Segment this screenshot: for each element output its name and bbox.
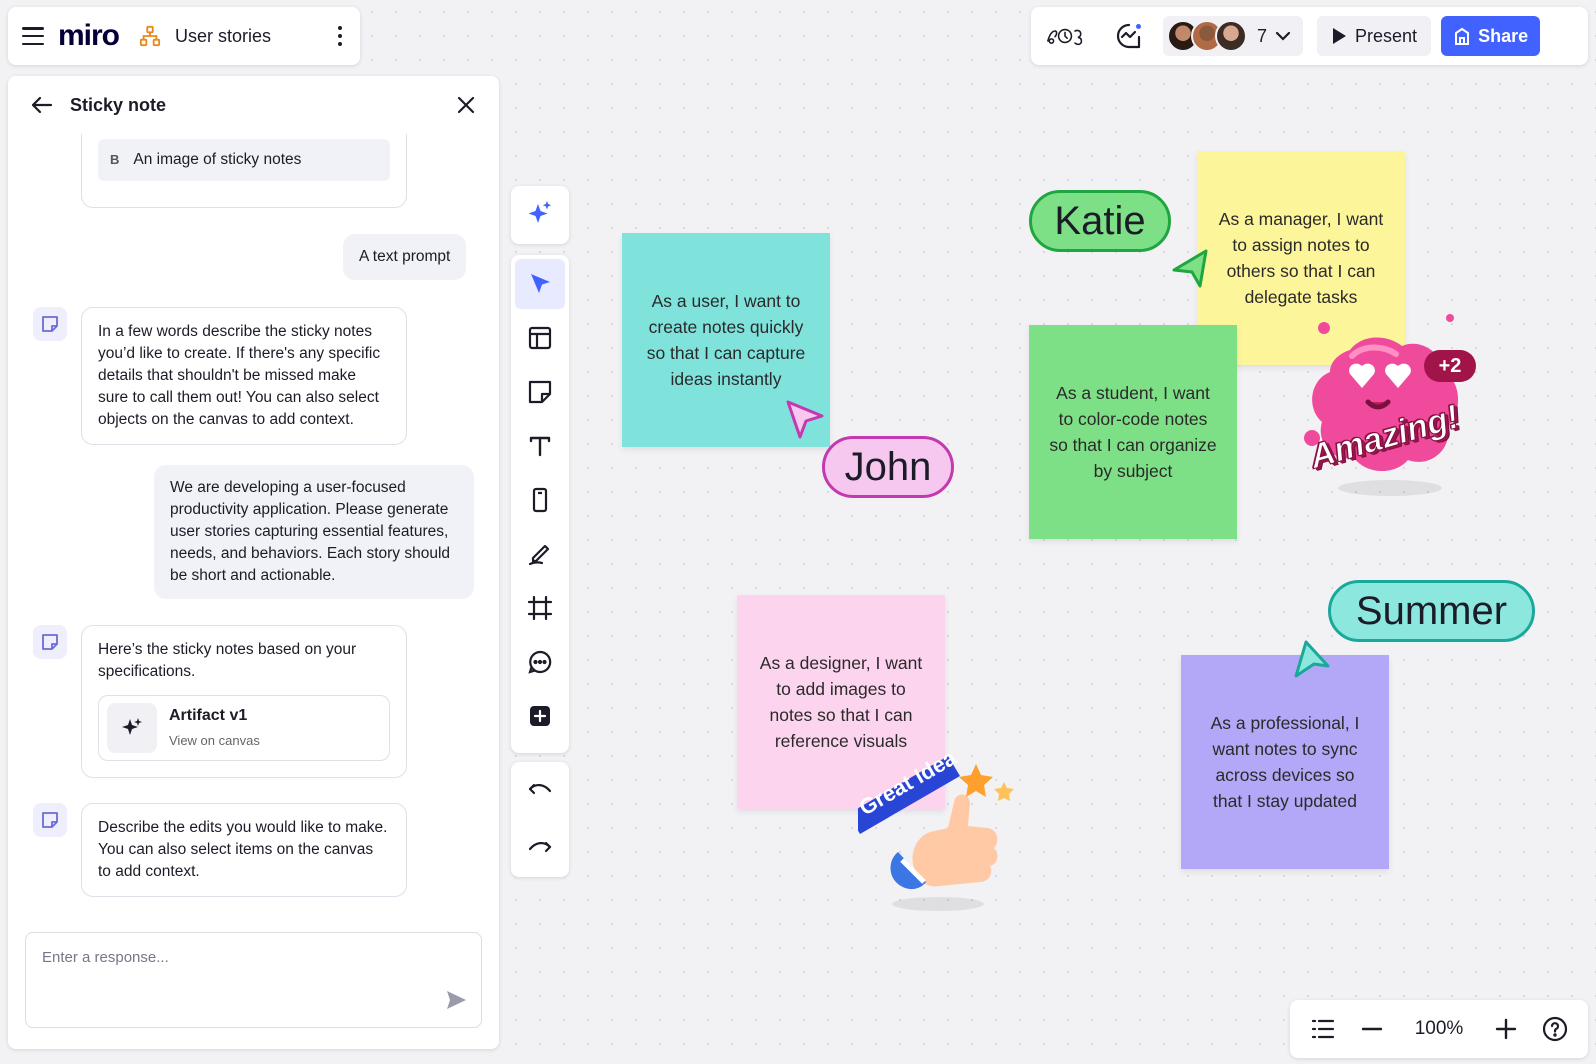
ai-message: Here’s the sticky notes based on your sp… xyxy=(81,625,407,778)
close-icon[interactable] xyxy=(455,94,477,116)
back-arrow-icon[interactable] xyxy=(30,93,54,117)
board-header: miro User stories xyxy=(8,7,360,65)
comment-icon[interactable] xyxy=(515,637,565,687)
ai-avatar-icon xyxy=(33,803,67,837)
plus-count: +2 xyxy=(1438,355,1462,377)
response-input[interactable] xyxy=(42,949,465,989)
zoom-out-icon[interactable] xyxy=(1350,1006,1396,1052)
avatar-stack xyxy=(1167,20,1247,52)
sparkle-icon xyxy=(107,703,157,753)
reactions-timer-icon[interactable] xyxy=(1045,16,1085,56)
cursor-name: Katie xyxy=(1054,198,1146,243)
cursor-label-katie: Katie xyxy=(1029,190,1171,252)
option-letter: B xyxy=(110,152,120,167)
ai-message: Describe the edits you would like to mak… xyxy=(81,803,407,897)
play-icon xyxy=(1333,28,1347,44)
text-icon[interactable] xyxy=(515,421,565,471)
select-icon[interactable] xyxy=(515,259,565,309)
sticky-text: As a manager, I want to assign notes to … xyxy=(1218,209,1384,307)
great-idea-sticker[interactable]: Great Idea xyxy=(855,742,1038,922)
add-more-icon[interactable] xyxy=(515,691,565,741)
message-text: Here’s the sticky notes based on your sp… xyxy=(98,641,357,680)
ai-avatar-icon xyxy=(33,625,67,659)
collaborators-button[interactable]: 7 xyxy=(1163,16,1304,56)
collaboration-bar: 7 Present Share xyxy=(1031,7,1588,65)
chevron-down-icon xyxy=(1275,31,1291,41)
board-icon xyxy=(139,25,161,47)
template-icon[interactable] xyxy=(515,313,565,363)
avatar xyxy=(1215,20,1247,52)
sticky-text: As a designer, I want to add images to n… xyxy=(759,653,923,751)
cursor-name: Summer xyxy=(1355,588,1508,633)
options-bubble: B An image of sticky notes xyxy=(81,134,407,208)
sticky-text: As a user, I want to create notes quickl… xyxy=(646,291,806,389)
creation-toolbar xyxy=(511,255,569,753)
cursor-label-summer: Summer xyxy=(1328,580,1535,642)
user-message: We are developing a user-focused product… xyxy=(154,465,474,599)
sticky-text: As a professional, I want notes to sync … xyxy=(1210,713,1360,811)
option-text: An image of sticky notes xyxy=(133,151,302,168)
frame-icon[interactable] xyxy=(515,583,565,633)
share-label: Share xyxy=(1478,25,1529,46)
history-toolbar xyxy=(511,762,569,877)
zoom-controls: 100% xyxy=(1290,1000,1588,1058)
sticky-note-icon[interactable] xyxy=(515,367,565,417)
board-title[interactable]: User stories xyxy=(175,26,271,47)
cursor-name: John xyxy=(844,444,932,489)
board-list-icon[interactable] xyxy=(1300,1006,1346,1052)
message-text: We are developing a user-focused product… xyxy=(170,479,451,584)
ai-toolbar xyxy=(511,186,569,244)
cursor-label-john: John xyxy=(822,436,954,498)
help-icon[interactable] xyxy=(1532,1006,1578,1052)
shape-icon[interactable] xyxy=(515,475,565,525)
artifact-subtitle: View on canvas xyxy=(169,732,260,748)
chat-history: B An image of sticky notes A text prompt… xyxy=(8,134,499,989)
ai-message: In a few words describe the sticky notes… xyxy=(81,307,407,445)
collaborator-count: 7 xyxy=(1257,25,1268,46)
activity-icon[interactable] xyxy=(1109,16,1149,56)
message-text: Describe the edits you would like to mak… xyxy=(98,819,388,880)
amazing-sticker[interactable]: +2 Amazing! xyxy=(1290,310,1490,510)
pen-icon[interactable] xyxy=(515,529,565,579)
sticky-note[interactable]: As a student, I want to color-code notes… xyxy=(1029,325,1237,539)
panel-title: Sticky note xyxy=(70,94,167,115)
undo-icon[interactable] xyxy=(515,766,565,816)
present-button[interactable]: Present xyxy=(1317,16,1432,56)
sticky-text: As a student, I want to color-code notes… xyxy=(1049,383,1217,481)
zoom-in-icon[interactable] xyxy=(1483,1006,1529,1052)
option-b[interactable]: B An image of sticky notes xyxy=(98,139,390,181)
present-label: Present xyxy=(1355,25,1418,46)
more-options-icon[interactable] xyxy=(334,22,346,50)
sticky-note[interactable]: As a professional, I want notes to sync … xyxy=(1181,655,1389,869)
panel-header: Sticky note xyxy=(8,76,499,134)
ai-avatar-icon xyxy=(33,307,67,341)
message-text: A text prompt xyxy=(359,248,451,265)
artifact-title: Artifact v1 xyxy=(169,706,248,724)
cursor-pointer-icon xyxy=(1172,249,1208,288)
share-button[interactable]: Share xyxy=(1441,16,1541,56)
response-input-box xyxy=(25,932,482,1028)
cursor-pointer-icon xyxy=(786,400,824,439)
cursor-pointer-icon xyxy=(1294,640,1330,678)
notification-dot xyxy=(1134,22,1143,31)
share-icon xyxy=(1455,27,1470,45)
redo-icon[interactable] xyxy=(515,820,565,870)
message-text: In a few words describe the sticky notes… xyxy=(98,323,381,428)
send-icon[interactable] xyxy=(445,989,467,1011)
artifact-card[interactable]: Artifact v1 View on canvas xyxy=(98,695,390,761)
app-logo[interactable]: miro xyxy=(58,19,120,53)
ai-sparkle-icon[interactable] xyxy=(515,188,565,238)
ai-sticky-panel: Sticky note B An image of sticky notes A… xyxy=(8,76,499,1049)
user-message: A text prompt xyxy=(343,234,467,280)
main-menu-icon[interactable] xyxy=(22,27,44,45)
zoom-level[interactable]: 100% xyxy=(1399,1018,1478,1040)
